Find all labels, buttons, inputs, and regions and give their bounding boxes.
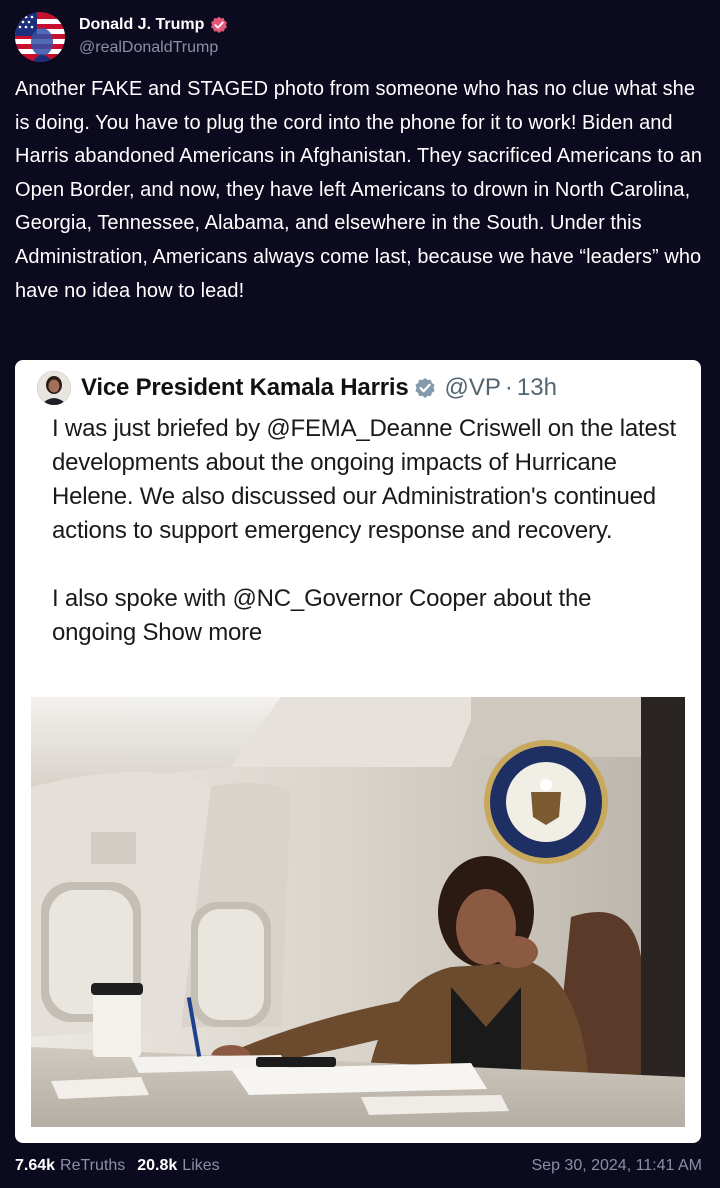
embedded-paragraph-1: I was just briefed by @FEMA_Deanne Crisw… bbox=[52, 415, 676, 544]
likes-count: 20.8k bbox=[137, 1157, 178, 1174]
embedded-photo bbox=[31, 697, 685, 1127]
avatar[interactable] bbox=[15, 12, 65, 62]
embedded-post-time: 13h bbox=[516, 374, 557, 401]
post-header: Donald J. Trump @realDonaldTrump bbox=[15, 11, 228, 63]
embedded-avatar bbox=[37, 371, 71, 405]
embedded-separator: · bbox=[504, 374, 513, 401]
author-handle[interactable]: @realDonaldTrump bbox=[79, 37, 228, 59]
author-name-row: Donald J. Trump bbox=[79, 15, 228, 35]
gray-verified-badge-icon bbox=[415, 378, 436, 398]
verified-badge-icon bbox=[211, 16, 228, 34]
embedded-post-header: Vice President Kamala Harris @VP · 13h bbox=[37, 370, 557, 406]
author-block: Donald J. Trump @realDonaldTrump bbox=[79, 15, 228, 59]
show-more-link: Show more bbox=[142, 619, 263, 646]
flag-portrait-avatar-icon bbox=[15, 12, 65, 62]
embedded-paragraph-2-text: I also spoke with @NC_Governor Cooper ab… bbox=[52, 585, 592, 646]
post-footer: 7.64k ReTruths 20.8k Likes Sep 30, 2024, 1… bbox=[15, 1155, 702, 1177]
retruths-stat[interactable]: 7.64k ReTruths bbox=[15, 1155, 125, 1177]
airplane-cabin-photo bbox=[31, 697, 685, 1127]
embedded-post-image[interactable]: Vice President Kamala Harris @VP · 13h I… bbox=[15, 360, 701, 1143]
likes-label: Likes bbox=[182, 1157, 220, 1174]
author-name[interactable]: Donald J. Trump bbox=[79, 15, 204, 35]
embedded-author-handle: @VP bbox=[444, 374, 501, 401]
post-text: Another FAKE and STAGED photo from someo… bbox=[15, 78, 703, 302]
embedded-post-body: I was just briefed by @FEMA_Deanne Crisw… bbox=[52, 412, 677, 650]
likes-stat[interactable]: 20.8k Likes bbox=[137, 1155, 219, 1177]
embedded-paragraph-2: I also spoke with @NC_Governor Cooper ab… bbox=[52, 582, 677, 650]
portrait-avatar-icon bbox=[37, 371, 71, 405]
post-timestamp[interactable]: Sep 30, 2024, 11:41 AM bbox=[532, 1155, 703, 1177]
embedded-author-name: Vice President Kamala Harris bbox=[81, 374, 409, 401]
retruths-label: ReTruths bbox=[60, 1157, 126, 1174]
retruths-count: 7.64k bbox=[15, 1157, 56, 1174]
